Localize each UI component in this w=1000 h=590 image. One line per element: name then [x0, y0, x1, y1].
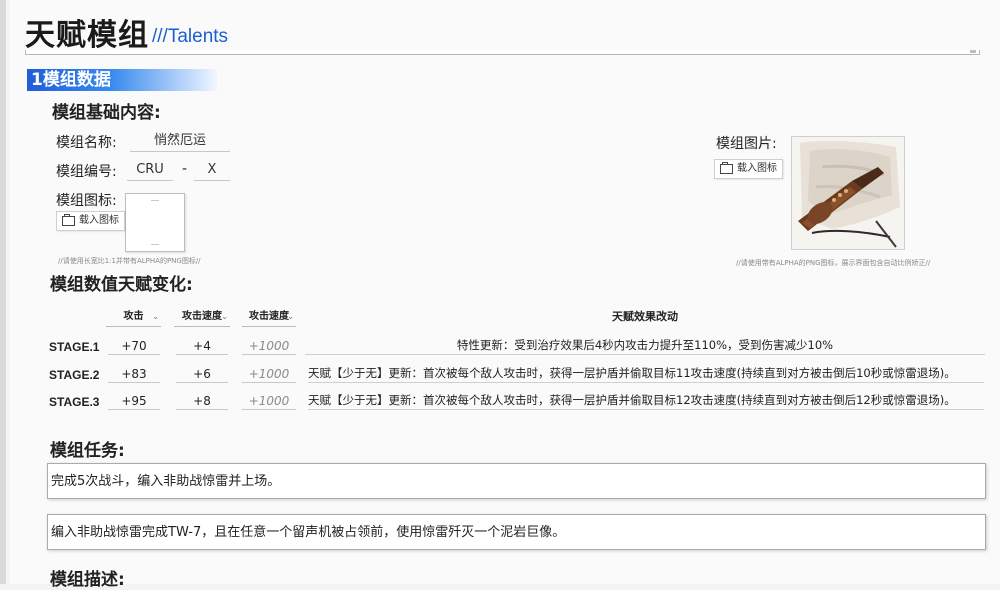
load-icon-button[interactable]: 载入图标 [56, 211, 125, 231]
icon-hint-text: //请使用长宽比1:1并带有ALPHA的PNG图标// [58, 257, 201, 265]
column-header-label: 攻击速度 [249, 311, 289, 322]
module-name-label: 模组名称: [56, 135, 117, 151]
module-code-prefix-input[interactable]: CRU [127, 160, 173, 181]
load-image-button-label: 载入图标 [737, 163, 777, 174]
icon-placeholder-line [151, 244, 159, 245]
attack-input[interactable]: +83 [108, 366, 160, 383]
effect-text-input[interactable]: 天赋【少于无】更新：首次被每个敌人攻击时，获得一层护盾并偷取目标11攻击速度(持… [308, 365, 984, 383]
stage-label: STAGE.1 [49, 340, 100, 354]
talent-changes-heading: 模组数值天赋变化: [50, 275, 193, 295]
extra-value-input[interactable]: +1000 [242, 393, 296, 410]
description-heading: 模组描述: [50, 570, 125, 590]
effect-column-header: 天赋效果改动 [612, 310, 678, 323]
column-header-label: 攻击 [123, 311, 144, 322]
load-icon-button-label: 载入图标 [79, 215, 119, 226]
stage-label: STAGE.2 [49, 368, 100, 382]
column-header-attack[interactable]: 攻击 ⌄ [106, 308, 161, 327]
title-scrollbar[interactable] [25, 50, 980, 55]
page-subtitle: ///Talents [152, 26, 229, 47]
chevron-down-icon: ⌄ [152, 312, 159, 321]
stage-label: STAGE.3 [49, 395, 100, 409]
effect-text-input[interactable]: 特性更新：受到治疗效果后4秒内攻击力提升至110%，受到伤害减少10% [305, 337, 985, 355]
image-hint-text: //请使用带有ALPHA的PNG图标，展示界面包含自动比例矫正// [736, 259, 931, 267]
module-code-label: 模组编号: [56, 164, 117, 180]
column-header-label: 攻击速度 [182, 311, 222, 322]
attack-input[interactable]: +70 [108, 338, 160, 355]
column-header-attack-speed[interactable]: 攻击速度 ⌄ [174, 308, 230, 327]
extra-value-input[interactable]: +1000 [242, 366, 296, 383]
tasks-heading: 模组任务: [50, 441, 125, 461]
module-image-label: 模组图片: [716, 136, 777, 152]
chevron-down-icon: ⌄ [287, 312, 294, 321]
basic-info-heading: 模组基础内容: [52, 103, 161, 123]
attack-speed-input[interactable]: +4 [176, 338, 228, 355]
module-icon-preview[interactable] [125, 193, 185, 252]
load-image-button[interactable]: 载入图标 [714, 159, 783, 179]
module-name-input[interactable]: 悄然厄运 [130, 131, 230, 152]
section-header-module-data: 1模组数据 [27, 69, 217, 91]
attack-speed-input[interactable]: +6 [176, 366, 228, 383]
chevron-down-icon: ⌄ [221, 312, 228, 321]
section-title: 1模组数据 [31, 70, 111, 90]
module-code-separator: - [182, 161, 188, 177]
column-header-attack-speed-2[interactable]: 攻击速度 ⌄ [242, 308, 296, 327]
module-image-picture [792, 137, 904, 249]
module-image-preview[interactable] [791, 136, 905, 250]
folder-icon [720, 162, 733, 174]
module-code-suffix-input[interactable]: X [194, 160, 230, 181]
attack-input[interactable]: +95 [108, 393, 160, 410]
task-1-input[interactable]: 完成5次战斗，编入非助战惊雷并上场。 [47, 463, 986, 499]
extra-value-input[interactable]: +1000 [242, 338, 296, 355]
icon-placeholder-line [151, 200, 159, 201]
task-2-input[interactable]: 编入非助战惊雷完成TW-7，且在任意一个留声机被占领前，使用惊雷歼灭一个泥岩巨像… [47, 514, 986, 550]
folder-icon [62, 214, 75, 226]
left-scroll-rail [0, 0, 6, 584]
module-icon-label: 模组图标: [56, 193, 117, 209]
attack-speed-input[interactable]: +8 [176, 393, 228, 410]
page-title: 天赋模组 [25, 18, 149, 53]
effect-text-input[interactable]: 天赋【少于无】更新：首次被每个敌人攻击时，获得一层护盾并偷取目标12攻击速度(持… [308, 392, 984, 410]
